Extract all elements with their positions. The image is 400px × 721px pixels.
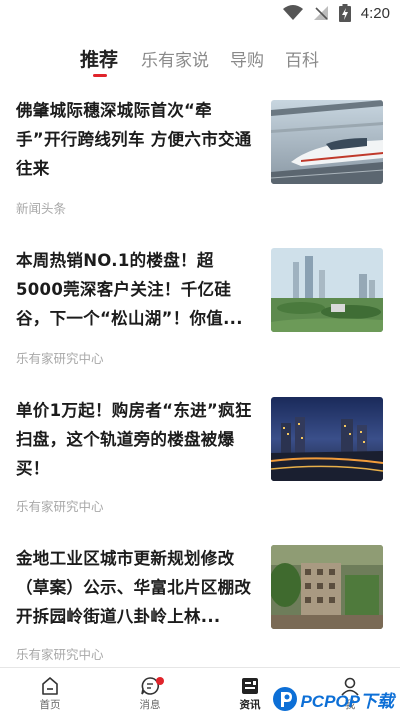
- article-title: 单价1万起！购房者“东进”疯狂扫盘，这个轨道旁的楼盘被爆买！: [16, 401, 252, 478]
- article-thumbnail-train: [271, 100, 383, 184]
- no-signal-icon: [313, 6, 328, 20]
- pcpop-logo-icon: [273, 687, 298, 711]
- battery-charging-icon: [338, 4, 351, 22]
- unread-badge: [156, 677, 164, 685]
- article-title: 佛肇城际穗深城际首次“牵手”开行跨线列车 方便六市交通往来: [16, 101, 252, 178]
- nav-home-label: 首页: [39, 699, 61, 711]
- article-card[interactable]: 本周热销NO.1的楼盘！超5000莞深客户关注！千亿硅谷，下一个“松山湖”！你值…: [0, 240, 400, 380]
- article-title: 本周热销NO.1的楼盘！超5000莞深客户关注！千亿硅谷，下一个“松山湖”！你值…: [16, 251, 243, 328]
- nav-messages-label: 消息: [139, 699, 161, 711]
- article-source: 乐有家研究中心: [16, 351, 104, 366]
- watermark-text: PCPOP下载: [300, 691, 394, 711]
- article-source: 乐有家研究中心: [16, 499, 104, 514]
- status-bar: 4:20: [0, 0, 400, 30]
- category-tabs: 推荐 乐有家说 导购 百科: [0, 42, 400, 82]
- article-source: 新闻头条: [16, 201, 67, 216]
- article-thumbnail-skyline: [271, 248, 383, 332]
- nav-home[interactable]: 首页: [20, 674, 80, 712]
- nav-news[interactable]: 资讯: [220, 674, 280, 712]
- active-tab-indicator: [93, 74, 107, 77]
- nav-news-label: 资讯: [239, 699, 261, 711]
- nav-messages[interactable]: 消息: [120, 674, 180, 712]
- tab-encyclopedia[interactable]: 百科: [285, 46, 319, 71]
- article-source: 乐有家研究中心: [16, 647, 104, 662]
- article-card[interactable]: 金地工业区城市更新规划修改（草案）公示、华富北片区棚改开拆园岭街道八卦岭上林..…: [0, 538, 400, 678]
- article-card[interactable]: 单价1万起！购房者“东进”疯狂扫盘，这个轨道旁的楼盘被爆买！ 乐有家研究中心: [0, 390, 400, 530]
- wifi-icon: [282, 5, 303, 20]
- clock: 4:20: [360, 4, 390, 22]
- news-icon: [242, 678, 258, 694]
- article-thumbnail-night-city: [271, 397, 383, 481]
- article-card[interactable]: 佛肇城际穗深城际首次“牵手”开行跨线列车 方便六市交通往来 新闻头条: [0, 90, 400, 230]
- tab-recommended[interactable]: 推荐: [80, 45, 118, 72]
- article-thumbnail-old-buildings: [271, 545, 383, 629]
- tab-lyj-says[interactable]: 乐有家说: [141, 46, 209, 71]
- article-title: 金地工业区城市更新规划修改（草案）公示、华富北片区棚改开拆园岭街道八卦岭上林..…: [16, 549, 252, 626]
- tab-shopping-guide[interactable]: 导购: [230, 46, 264, 71]
- home-icon: [42, 677, 58, 695]
- watermark-logo: PCPOP下载: [272, 686, 394, 712]
